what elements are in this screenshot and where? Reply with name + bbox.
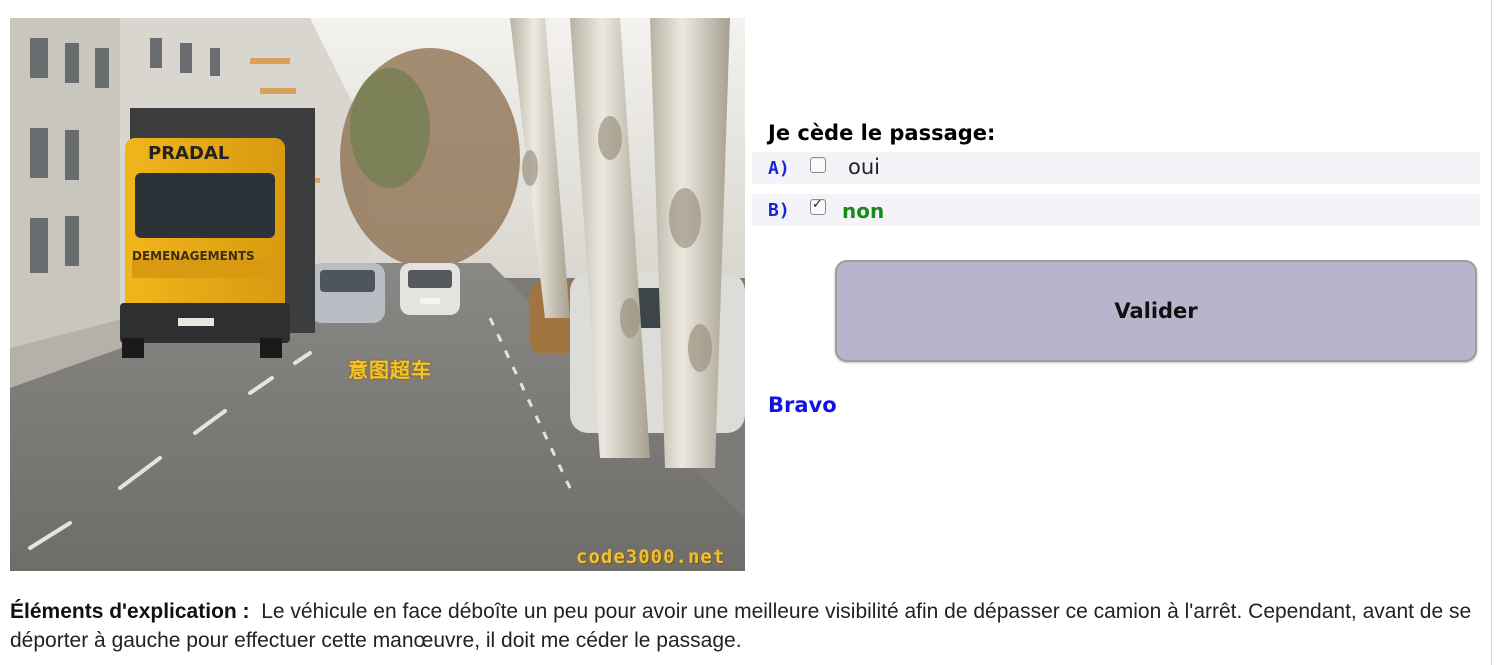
answer-checkbox-a[interactable] xyxy=(810,157,826,173)
question-photo: PRADAL DEMENAGEMENTS 意图超车 code3000.net xyxy=(10,18,745,571)
street-scene-image xyxy=(10,18,745,571)
checkmark-icon: ✓ xyxy=(812,197,823,212)
answer-text: oui xyxy=(848,155,880,179)
answer-option-b[interactable]: B) ✓ non xyxy=(752,194,1480,226)
explanation-label: Éléments d'explication : xyxy=(10,600,250,623)
answer-option-a[interactable]: A) oui xyxy=(752,152,1480,184)
question-title: Je cède le passage: xyxy=(768,121,996,145)
photo-watermark: code3000.net xyxy=(576,546,726,568)
truck-side-text: DEMENAGEMENTS xyxy=(132,249,255,263)
validate-button[interactable]: Valider xyxy=(835,260,1477,362)
answer-checkbox-b[interactable]: ✓ xyxy=(810,197,826,215)
result-message: Bravo xyxy=(768,393,837,417)
answer-letter: A) xyxy=(768,158,790,179)
answer-letter: B) xyxy=(768,200,790,221)
truck-top-text: PRADAL xyxy=(148,143,230,164)
explanation-block: Éléments d'explication : Le véhicule en … xyxy=(10,597,1480,655)
photo-caption: 意图超车 xyxy=(348,358,432,382)
page-right-border xyxy=(1491,0,1492,665)
answer-text: non xyxy=(842,199,885,223)
